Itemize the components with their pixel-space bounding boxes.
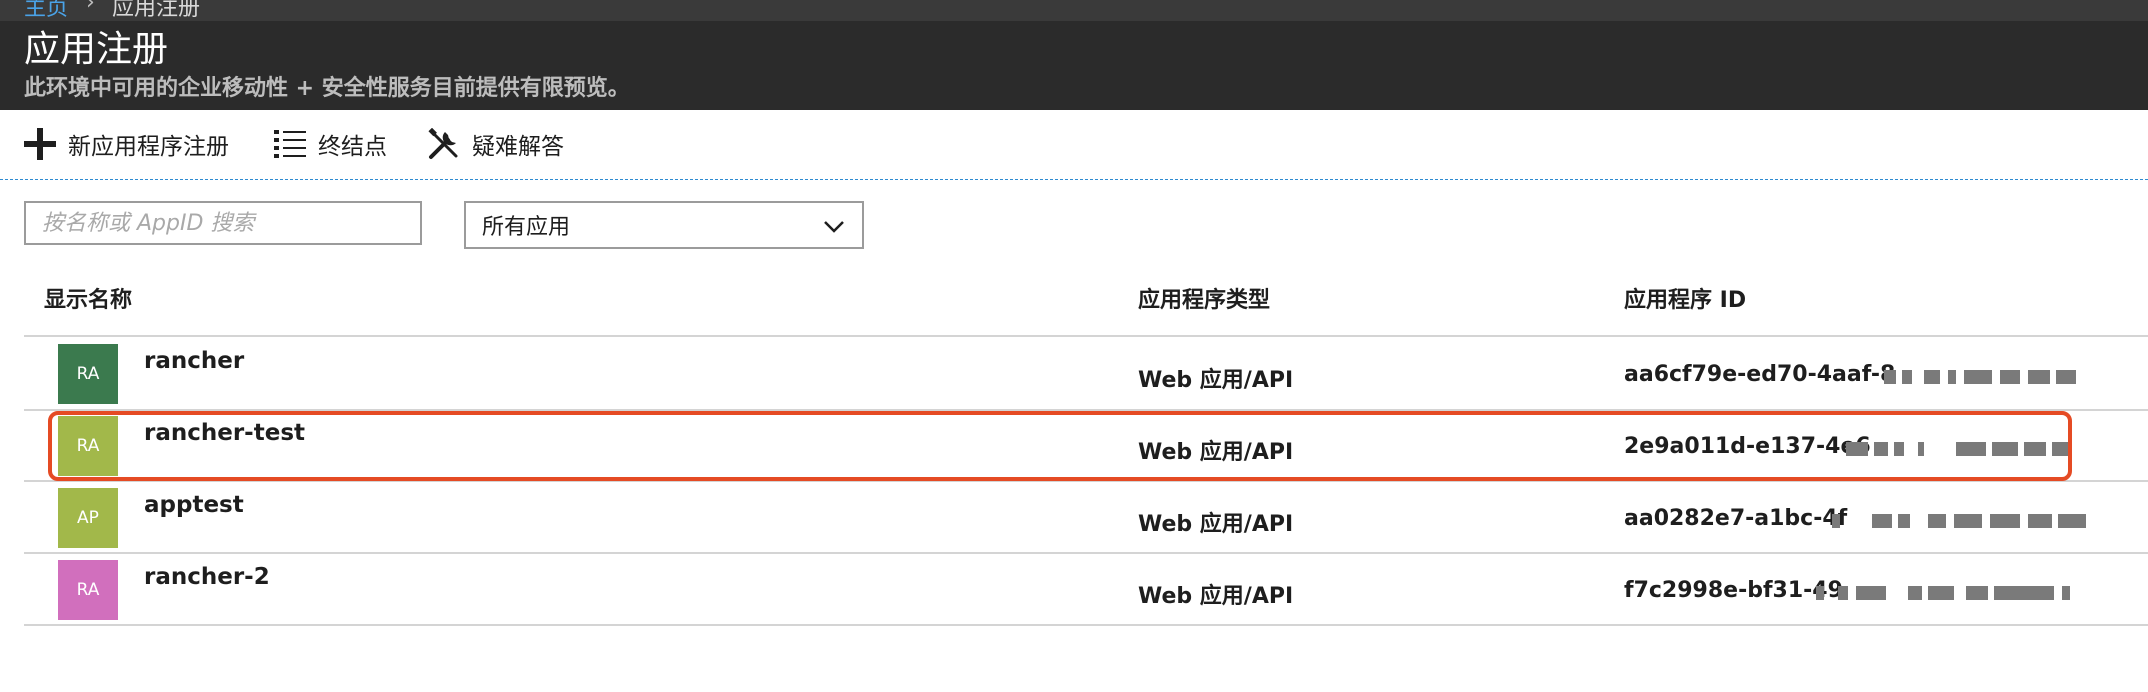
redacted-app-id-suffix bbox=[1816, 582, 2086, 604]
table-divider bbox=[24, 335, 2148, 337]
search-input[interactable] bbox=[24, 201, 422, 245]
avatar: RA bbox=[58, 344, 118, 404]
redacted-app-id-suffix bbox=[1846, 438, 2086, 460]
table-row[interactable]: RA rancher-test Web 应用/API 2e9a011d-e137… bbox=[24, 410, 2148, 480]
app-filter-selected: 所有应用 bbox=[482, 215, 571, 240]
column-header-app-type[interactable]: 应用程序类型 bbox=[1138, 282, 1270, 314]
app-name-link[interactable]: apptest bbox=[144, 492, 244, 518]
app-type: Web 应用/API bbox=[1138, 440, 1294, 465]
redacted-app-id-suffix bbox=[1832, 510, 2102, 532]
breadcrumb: 主页 › 应用注册 bbox=[0, 0, 2148, 21]
avatar: AP bbox=[58, 488, 118, 548]
app-name-link[interactable]: rancher-2 bbox=[144, 564, 270, 590]
list-icon bbox=[274, 130, 306, 158]
chevron-down-icon bbox=[824, 221, 844, 233]
app-name-link[interactable]: rancher bbox=[144, 348, 244, 374]
table-row[interactable]: RA rancher-2 Web 应用/API f7c2998e-bf31-49 bbox=[24, 554, 2148, 624]
table-row[interactable]: RA rancher Web 应用/API aa6cf79e-ed70-4aaf… bbox=[24, 338, 2148, 408]
app-id: f7c2998e-bf31-49 bbox=[1624, 578, 1843, 603]
new-app-registration-button[interactable]: 新应用程序注册 bbox=[24, 124, 229, 164]
app-id: 2e9a011d-e137-4e6 bbox=[1624, 434, 1871, 459]
app-name-link[interactable]: rancher-test bbox=[144, 420, 305, 446]
troubleshoot-button[interactable]: 疑难解答 bbox=[428, 124, 564, 164]
endpoints-button[interactable]: 终结点 bbox=[274, 124, 387, 164]
page-subtitle: 此环境中可用的企业移动性 + 安全性服务目前提供有限预览。 bbox=[24, 76, 630, 101]
toolbar-divider bbox=[0, 179, 2148, 180]
app-id: aa6cf79e-ed70-4aaf-8 bbox=[1624, 362, 1896, 387]
table-row[interactable]: AP apptest Web 应用/API aa0282e7-a1bc-4f bbox=[24, 482, 2148, 552]
troubleshoot-label: 疑难解答 bbox=[472, 134, 564, 160]
new-app-registration-label: 新应用程序注册 bbox=[68, 134, 229, 160]
page-title: 应用注册 bbox=[24, 29, 169, 70]
redacted-app-id-suffix bbox=[1884, 366, 2084, 388]
breadcrumb-separator-icon: › bbox=[86, 0, 95, 15]
app-type: Web 应用/API bbox=[1138, 368, 1294, 393]
app-type: Web 应用/API bbox=[1138, 512, 1294, 537]
page-header: 主页 › 应用注册 应用注册 此环境中可用的企业移动性 + 安全性服务目前提供有… bbox=[0, 0, 2148, 110]
wrench-screwdriver-icon bbox=[428, 128, 458, 159]
column-header-display-name[interactable]: 显示名称 bbox=[44, 282, 132, 314]
column-header-app-id[interactable]: 应用程序 ID bbox=[1624, 282, 1746, 314]
avatar: RA bbox=[58, 560, 118, 620]
endpoints-label: 终结点 bbox=[318, 134, 387, 160]
table-divider bbox=[24, 624, 2148, 626]
breadcrumb-home-link[interactable]: 主页 bbox=[24, 0, 68, 22]
breadcrumb-current: 应用注册 bbox=[112, 0, 201, 21]
plus-icon bbox=[24, 128, 56, 160]
avatar: RA bbox=[58, 416, 118, 476]
command-toolbar: 新应用程序注册 终结点 疑难解答 bbox=[0, 110, 2148, 180]
app-id: aa0282e7-a1bc-4f bbox=[1624, 506, 1848, 531]
app-filter-dropdown[interactable]: 所有应用 bbox=[464, 201, 864, 249]
app-type: Web 应用/API bbox=[1138, 584, 1294, 609]
